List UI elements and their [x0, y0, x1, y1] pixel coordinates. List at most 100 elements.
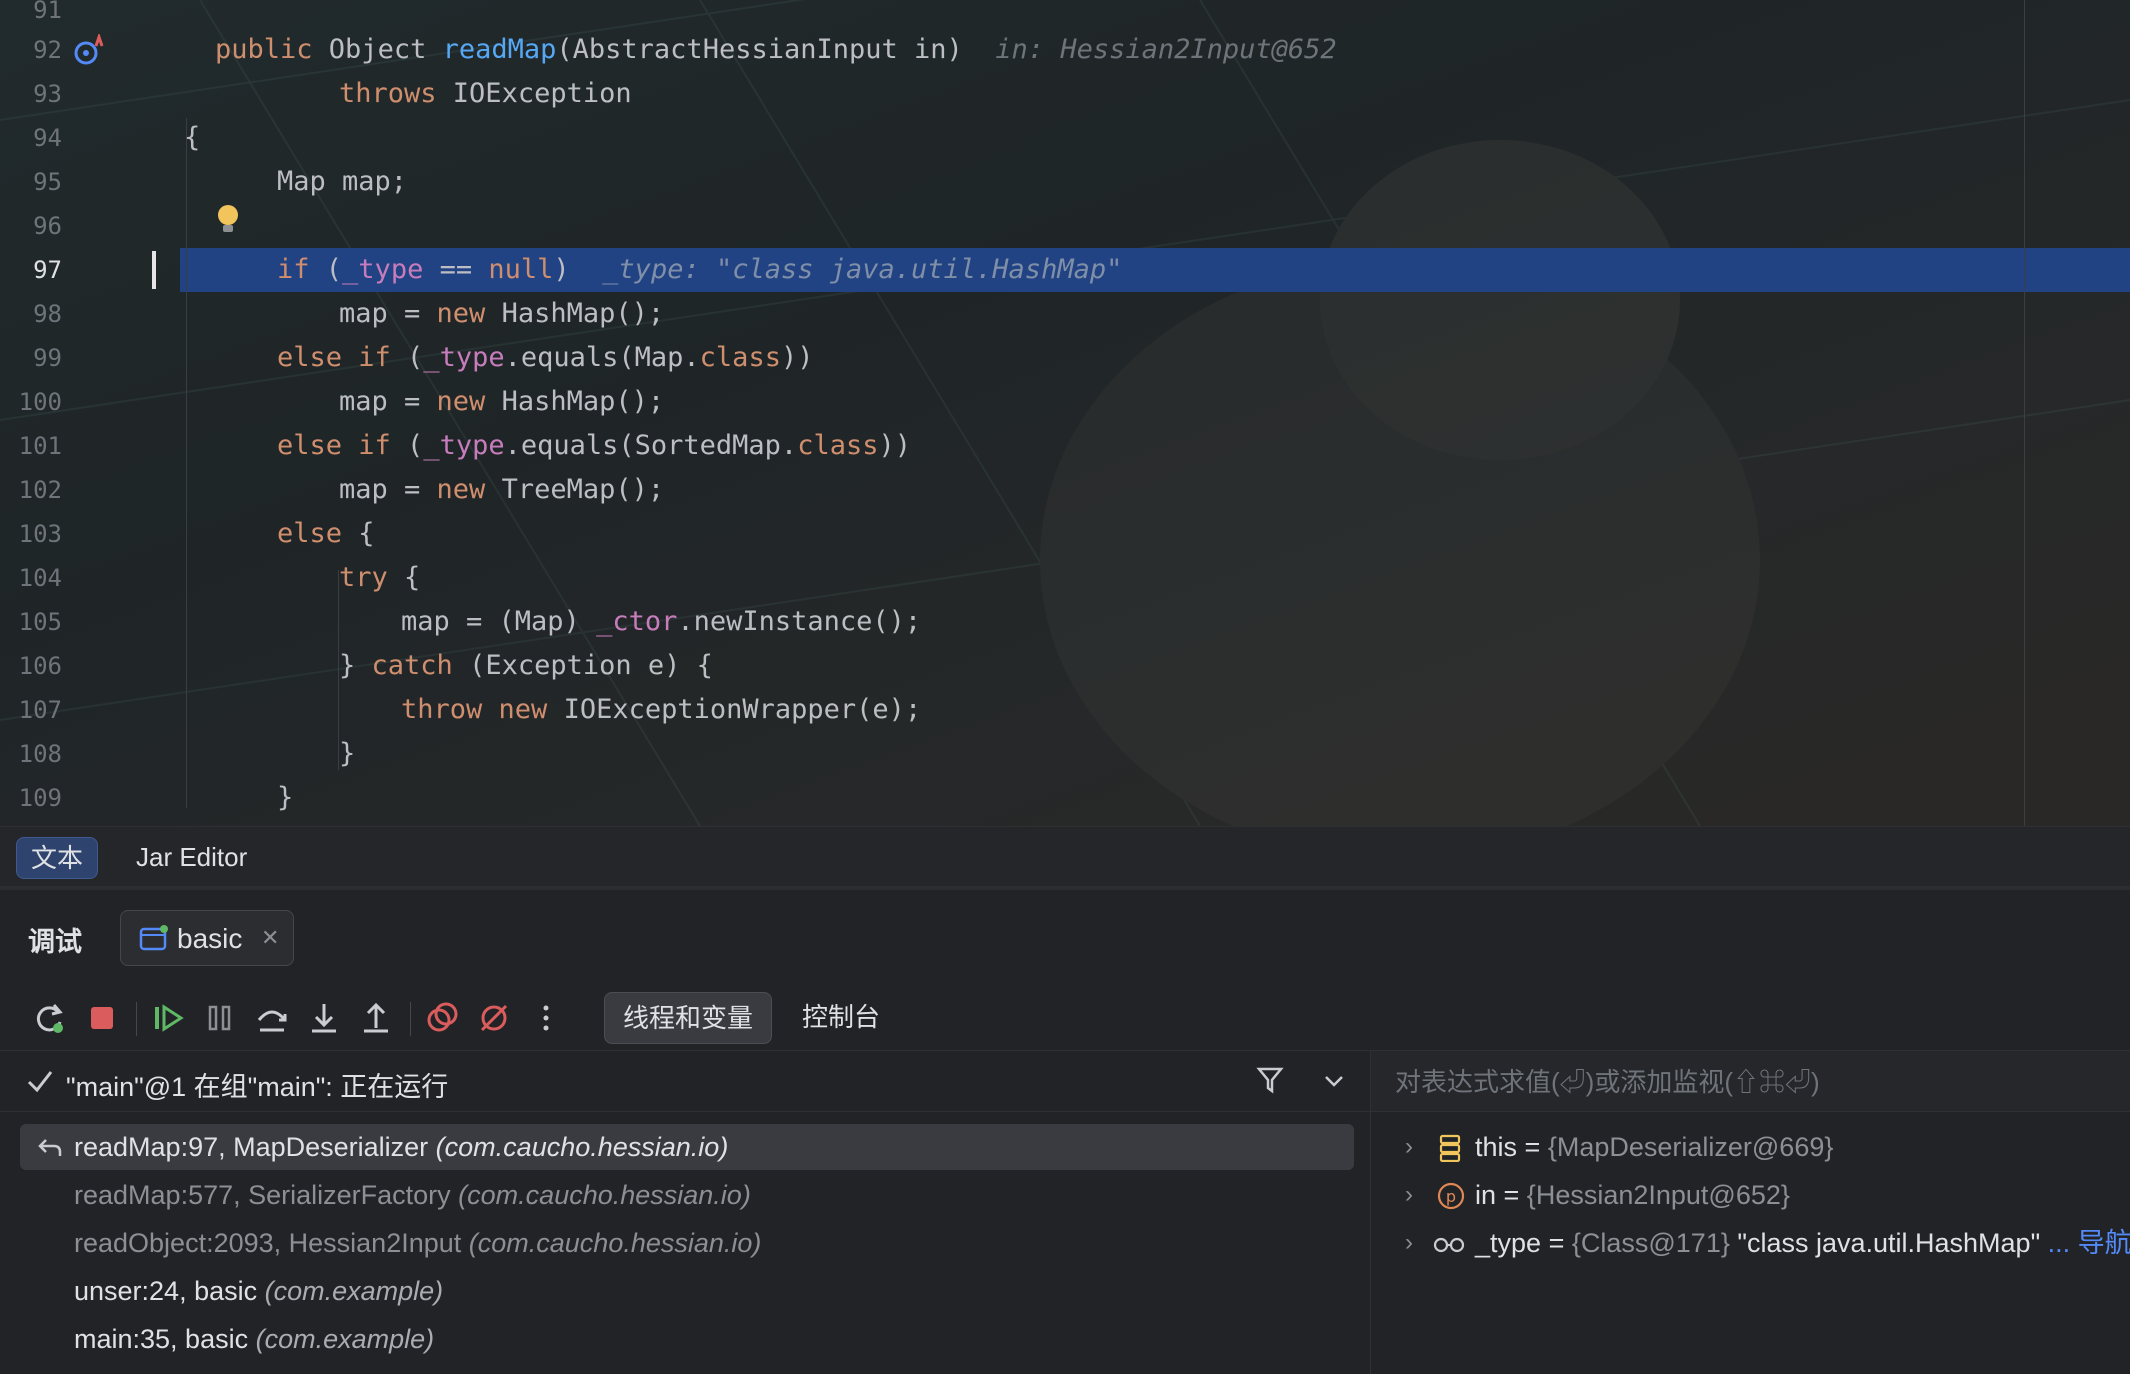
code-line-97: if (_type == null) _type: "class java.ut… [277, 254, 1123, 285]
line-number: 106 [18, 652, 62, 680]
code-line-103: else { [277, 518, 375, 549]
stack-frame[interactable]: unser:24, basic (com.example) [20, 1268, 1354, 1314]
check-icon [27, 1071, 53, 1093]
frame-package: (com.example) [255, 1324, 435, 1354]
field-list-icon [1439, 1134, 1461, 1162]
frame-package: (com.caucho.hessian.io) [468, 1228, 762, 1258]
variable-row[interactable]: › this = {MapDeserializer@669} [1371, 1124, 2130, 1170]
right-margin-guide [2024, 0, 2025, 826]
debug-toolbar: 线程和变量 控制台 [0, 982, 2130, 1052]
line-number: 107 [18, 696, 62, 724]
frame-method: main:35, basic [74, 1324, 256, 1354]
toolbar-separator [136, 1002, 137, 1036]
tab-jar-editor[interactable]: Jar Editor [122, 837, 261, 877]
rerun-icon[interactable] [32, 1000, 68, 1036]
tab-console[interactable]: 控制台 [784, 992, 898, 1042]
frame-package: (com.example) [264, 1276, 444, 1306]
code-line-105: map = (Map) _ctor.newInstance(); [401, 606, 922, 637]
navigate-link[interactable]: ... 导航 [2040, 1228, 2130, 1258]
code-line-92: public Object readMap(AbstractHessianInp… [215, 34, 1337, 65]
variable-row[interactable]: › _type = {Class@171} "class java.util.H… [1371, 1220, 2130, 1266]
editor-mode-tabs: 文本 Jar Editor [0, 826, 2130, 887]
code-line-106: } catch (Exception e) { [339, 650, 713, 681]
variable-string-value: "class java.util.HashMap" [1737, 1228, 2041, 1258]
code-editor[interactable]: 91 92 93 94 95 96 97 98 99 100 101 102 1… [0, 0, 2130, 826]
close-icon[interactable]: ✕ [261, 925, 279, 951]
line-number: 109 [18, 784, 62, 812]
session-label: basic [177, 923, 243, 954]
code-line-102: map = new TreeMap(); [339, 474, 665, 505]
equals-sign: = [1496, 1180, 1527, 1210]
line-number: 102 [18, 476, 62, 504]
overridden-method-icon[interactable] [72, 34, 106, 68]
frames-pane: "main"@1 在组"main": 正在运行 readMap:97, MapD… [0, 1050, 1370, 1374]
inline-debug-value: in: Hessian2Input@652 [995, 34, 1337, 65]
more-options-icon[interactable] [528, 1000, 564, 1036]
text-caret [152, 251, 156, 289]
equals-sign: = [1541, 1228, 1572, 1258]
thread-selector[interactable]: "main"@1 在组"main": 正在运行 [0, 1050, 1370, 1112]
line-number: 100 [18, 388, 62, 416]
variable-value: {Hessian2Input@652} [1526, 1180, 1790, 1210]
parameter-icon: p [1437, 1182, 1465, 1210]
code-line-104: try { [339, 562, 421, 593]
svg-text:p: p [1446, 1187, 1456, 1206]
frame-package: (com.caucho.hessian.io) [435, 1132, 729, 1162]
line-number: 93 [33, 80, 62, 108]
evaluate-expression-bar [1371, 1050, 2130, 1112]
watch-glasses-icon [1433, 1237, 1465, 1253]
stack-frame[interactable]: readMap:97, MapDeserializer (com.caucho.… [20, 1124, 1354, 1170]
code-line-101: else if (_type.equals(SortedMap.class)) [277, 430, 911, 461]
line-number: 96 [33, 212, 62, 240]
session-tab-basic[interactable]: basic ✕ [120, 910, 294, 966]
step-out-icon[interactable] [358, 1000, 394, 1036]
toolbar-separator [410, 1002, 411, 1036]
stack-frame[interactable]: main:35, basic (com.example) [20, 1316, 1354, 1362]
chevron-right-icon[interactable]: › [1405, 1220, 1413, 1266]
chevron-right-icon[interactable]: › [1405, 1172, 1413, 1218]
background-artwork [0, 0, 2130, 826]
line-number: 108 [18, 740, 62, 768]
line-number: 94 [33, 124, 62, 152]
indent-guide [186, 118, 187, 808]
tab-threads-variables[interactable]: 线程和变量 [604, 992, 773, 1044]
line-number: 95 [33, 168, 62, 196]
stop-icon[interactable] [84, 1000, 120, 1036]
run-config-icon [139, 925, 168, 951]
frame-method: readMap:97, MapDeserializer [74, 1132, 436, 1162]
line-number: 99 [33, 344, 62, 372]
code-line-94: { [184, 122, 201, 153]
code-line-98: map = new HashMap(); [339, 298, 665, 329]
code-line-108: } [339, 738, 356, 769]
variables-pane: › this = {MapDeserializer@669} › p in = … [1370, 1050, 2130, 1374]
frame-package: (com.caucho.hessian.io) [458, 1180, 751, 1210]
evaluate-expression-input[interactable] [1393, 1061, 2097, 1103]
code-line-107: throw new IOExceptionWrapper(e); [401, 694, 922, 725]
debug-title: 调试 [28, 927, 82, 957]
step-over-icon[interactable] [254, 1000, 290, 1036]
variable-row[interactable]: › p in = {Hessian2Input@652} [1371, 1172, 2130, 1218]
view-breakpoints-icon[interactable] [424, 1000, 460, 1036]
chevron-right-icon[interactable]: › [1405, 1124, 1413, 1170]
frame-method: readMap:577, SerializerFactory [74, 1180, 459, 1210]
line-number: 98 [33, 300, 62, 328]
code-line-93: throws IOException [339, 78, 632, 109]
tab-text[interactable]: 文本 [16, 837, 99, 879]
code-line-109: } [277, 782, 294, 813]
chevron-down-icon[interactable] [1322, 1071, 1346, 1091]
variable-name: in [1475, 1180, 1497, 1210]
stack-frame[interactable]: readObject:2093, Hessian2Input (com.cauc… [20, 1220, 1354, 1266]
variable-name: _type [1475, 1228, 1542, 1258]
line-number: 103 [18, 520, 62, 548]
resume-icon[interactable] [150, 1000, 186, 1036]
mute-breakpoints-icon[interactable] [476, 1000, 512, 1036]
step-into-icon[interactable] [306, 1000, 342, 1036]
filter-icon[interactable] [1256, 1065, 1284, 1095]
line-number-current: 97 [33, 256, 62, 284]
line-number: 101 [18, 432, 62, 460]
pause-icon[interactable] [202, 1000, 238, 1036]
line-number: 105 [18, 608, 62, 636]
stack-frame[interactable]: readMap:577, SerializerFactory (com.cauc… [20, 1172, 1354, 1218]
thread-status-text: "main"@1 在组"main": 正在运行 [66, 1072, 449, 1102]
lightbulb-icon[interactable] [214, 202, 242, 236]
